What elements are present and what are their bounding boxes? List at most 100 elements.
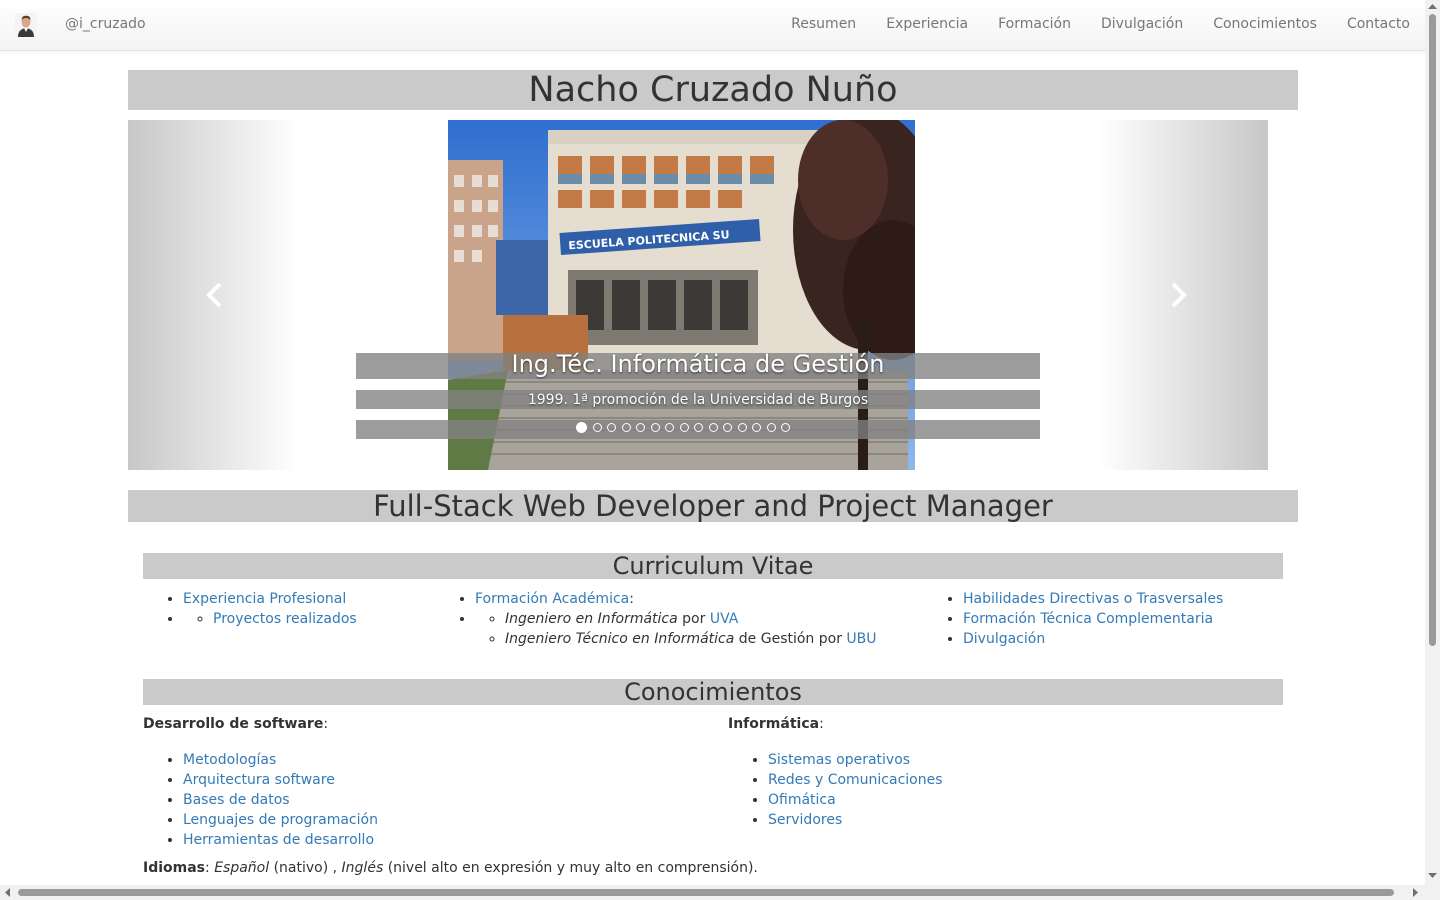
technical-training-link[interactable]: Formación Técnica Complementaria	[963, 611, 1213, 627]
list-item: Lenguajes de programación	[183, 810, 378, 830]
dev-tools-link[interactable]: Herramientas de desarrollo	[183, 832, 374, 848]
carousel-indicator-dot[interactable]	[621, 423, 631, 432]
chevron-right-icon	[1171, 282, 1187, 308]
outreach-link[interactable]: Divulgación	[963, 631, 1045, 647]
operating-systems-link[interactable]: Sistemas operativos	[768, 752, 910, 768]
by-text: por	[682, 611, 706, 627]
ubu-link[interactable]: UBU	[846, 631, 876, 647]
it-list: Sistemas operativos Redes y Comunicacion…	[728, 750, 943, 830]
colon-text: :	[629, 591, 634, 607]
nav-contacto[interactable]: Contacto	[1347, 16, 1410, 32]
list-item: Arquitectura software	[183, 770, 378, 790]
chevron-left-icon	[206, 282, 222, 308]
carousel-slide-image: ESCUELA POLITECNICA SU	[448, 120, 915, 470]
carousel-indicator-dot[interactable]	[781, 423, 790, 432]
list-item: Sistemas operativos	[768, 750, 943, 770]
vertical-scrollbar[interactable]	[1425, 0, 1440, 885]
carousel-indicator-dot[interactable]	[592, 423, 602, 432]
list-item: Proyectos realizados	[213, 609, 357, 629]
profile-avatar[interactable]	[15, 13, 37, 37]
nav-experiencia[interactable]: Experiencia	[886, 16, 968, 32]
carousel-indicator-dot[interactable]	[766, 423, 776, 432]
list-item: Formación Académica:	[475, 589, 877, 609]
list-item: Formación Técnica Complementaria	[963, 609, 1223, 629]
uva-link[interactable]: UVA	[710, 611, 739, 627]
carousel-next-button[interactable]	[1098, 120, 1268, 470]
main-nav: Resumen Experiencia Formación Divulgació…	[761, 16, 1410, 32]
list-item: Redes y Comunicaciones	[768, 770, 943, 790]
carousel-indicator-dot[interactable]	[694, 423, 703, 432]
carousel-indicator-dot[interactable]	[752, 423, 761, 432]
carousel-indicator-dot[interactable]	[708, 423, 718, 432]
it-heading: Informática:	[728, 716, 824, 732]
knowledge-heading: Conocimientos	[143, 679, 1283, 705]
carousel-caption-text: 1999. 1ª promoción de la Universidad de …	[527, 392, 869, 408]
cv-column-2: Formación Académica: Ingeniero en Inform…	[435, 589, 877, 649]
degree-name: Ingeniero en Informática	[505, 611, 678, 627]
architecture-link[interactable]: Arquitectura software	[183, 772, 335, 788]
academic-link[interactable]: Formación Académica	[475, 591, 629, 607]
carousel-indicator-dot[interactable]	[576, 422, 587, 433]
carousel-indicator-dot[interactable]	[737, 423, 747, 432]
scrollbar-corner	[1425, 885, 1440, 900]
carousel-indicator-dot[interactable]	[723, 423, 732, 432]
spanish-level: (nativo) ,	[273, 860, 338, 876]
list-item: Experiencia Profesional	[183, 589, 357, 609]
languages-label: Idiomas	[143, 860, 206, 876]
list-item: Servidores	[768, 810, 943, 830]
carousel-indicator-dot[interactable]	[665, 423, 674, 432]
list-item: Herramientas de desarrollo	[183, 830, 378, 850]
nav-divulgacion[interactable]: Divulgación	[1101, 16, 1183, 32]
carousel-indicator-dot[interactable]	[607, 423, 616, 432]
degree-name: Ingeniero Técnico en Informática	[505, 631, 735, 647]
de-gestion-text: de Gestión por	[738, 631, 842, 647]
networks-link[interactable]: Redes y Comunicaciones	[768, 772, 943, 788]
experience-link[interactable]: Experiencia Profesional	[183, 591, 346, 607]
software-heading-text: Desarrollo de software	[143, 716, 324, 732]
horizontal-scrollbar[interactable]	[0, 885, 1425, 900]
cv-column-3: Habilidades Directivas o Trasversales Fo…	[923, 589, 1223, 649]
carousel-indicator-dot[interactable]	[650, 423, 660, 432]
list-item: Ingeniero en Informática por UVA	[505, 609, 877, 629]
scroll-right-arrow-icon[interactable]	[1412, 888, 1419, 897]
colon-text: :	[323, 716, 329, 732]
english-text: Inglés	[341, 860, 384, 876]
nav-resumen[interactable]: Resumen	[791, 16, 856, 32]
list-item: Metodologías	[183, 750, 378, 770]
scroll-down-arrow-icon[interactable]	[1428, 872, 1437, 879]
list-item: Ingeniero en Informática por UVA Ingenie…	[475, 609, 877, 649]
colon-text: :	[819, 716, 824, 732]
cv-heading: Curriculum Vitae	[143, 553, 1283, 579]
nav-formacion[interactable]: Formación	[998, 16, 1071, 32]
list-item: Bases de datos	[183, 790, 378, 810]
databases-link[interactable]: Bases de datos	[183, 792, 290, 808]
top-navbar: @i_cruzado Resumen Experiencia Formación…	[0, 0, 1425, 51]
spanish-text: Español	[214, 860, 270, 876]
servers-link[interactable]: Servidores	[768, 812, 842, 828]
vertical-scroll-thumb[interactable]	[1429, 14, 1436, 646]
horizontal-scroll-thumb[interactable]	[18, 889, 1394, 896]
scroll-up-arrow-icon[interactable]	[1428, 3, 1437, 10]
software-list: Metodologías Arquitectura software Bases…	[143, 750, 378, 850]
skills-link[interactable]: Habilidades Directivas o Trasversales	[963, 591, 1223, 607]
page-title: Nacho Cruzado Nuño	[128, 70, 1298, 110]
list-item: Proyectos realizados	[183, 609, 357, 629]
list-item: Divulgación	[963, 629, 1223, 649]
page-subtitle: Full-Stack Web Developer and Project Man…	[128, 490, 1298, 522]
office-link[interactable]: Ofimática	[768, 792, 836, 808]
carousel-indicator-dot[interactable]	[679, 423, 689, 432]
list-item: Ingeniero Técnico en Informática de Gest…	[505, 629, 877, 649]
cv-column-1: Experiencia Profesional Proyectos realiz…	[143, 589, 357, 629]
languages-link[interactable]: Lenguajes de programación	[183, 812, 378, 828]
scroll-left-arrow-icon[interactable]	[4, 888, 11, 897]
it-heading-text: Informática	[728, 716, 820, 732]
carousel-caption-title: Ing.Téc. Informática de Gestión	[511, 350, 885, 378]
carousel-indicator-dot[interactable]	[636, 423, 645, 432]
methodologies-link[interactable]: Metodologías	[183, 752, 276, 768]
nav-conocimientos[interactable]: Conocimientos	[1213, 16, 1317, 32]
projects-link[interactable]: Proyectos realizados	[213, 611, 357, 627]
carousel-prev-button[interactable]	[128, 120, 298, 470]
carousel-indicators	[576, 422, 796, 433]
list-item: Habilidades Directivas o Trasversales	[963, 589, 1223, 609]
brand-link[interactable]: @i_cruzado	[65, 16, 146, 32]
